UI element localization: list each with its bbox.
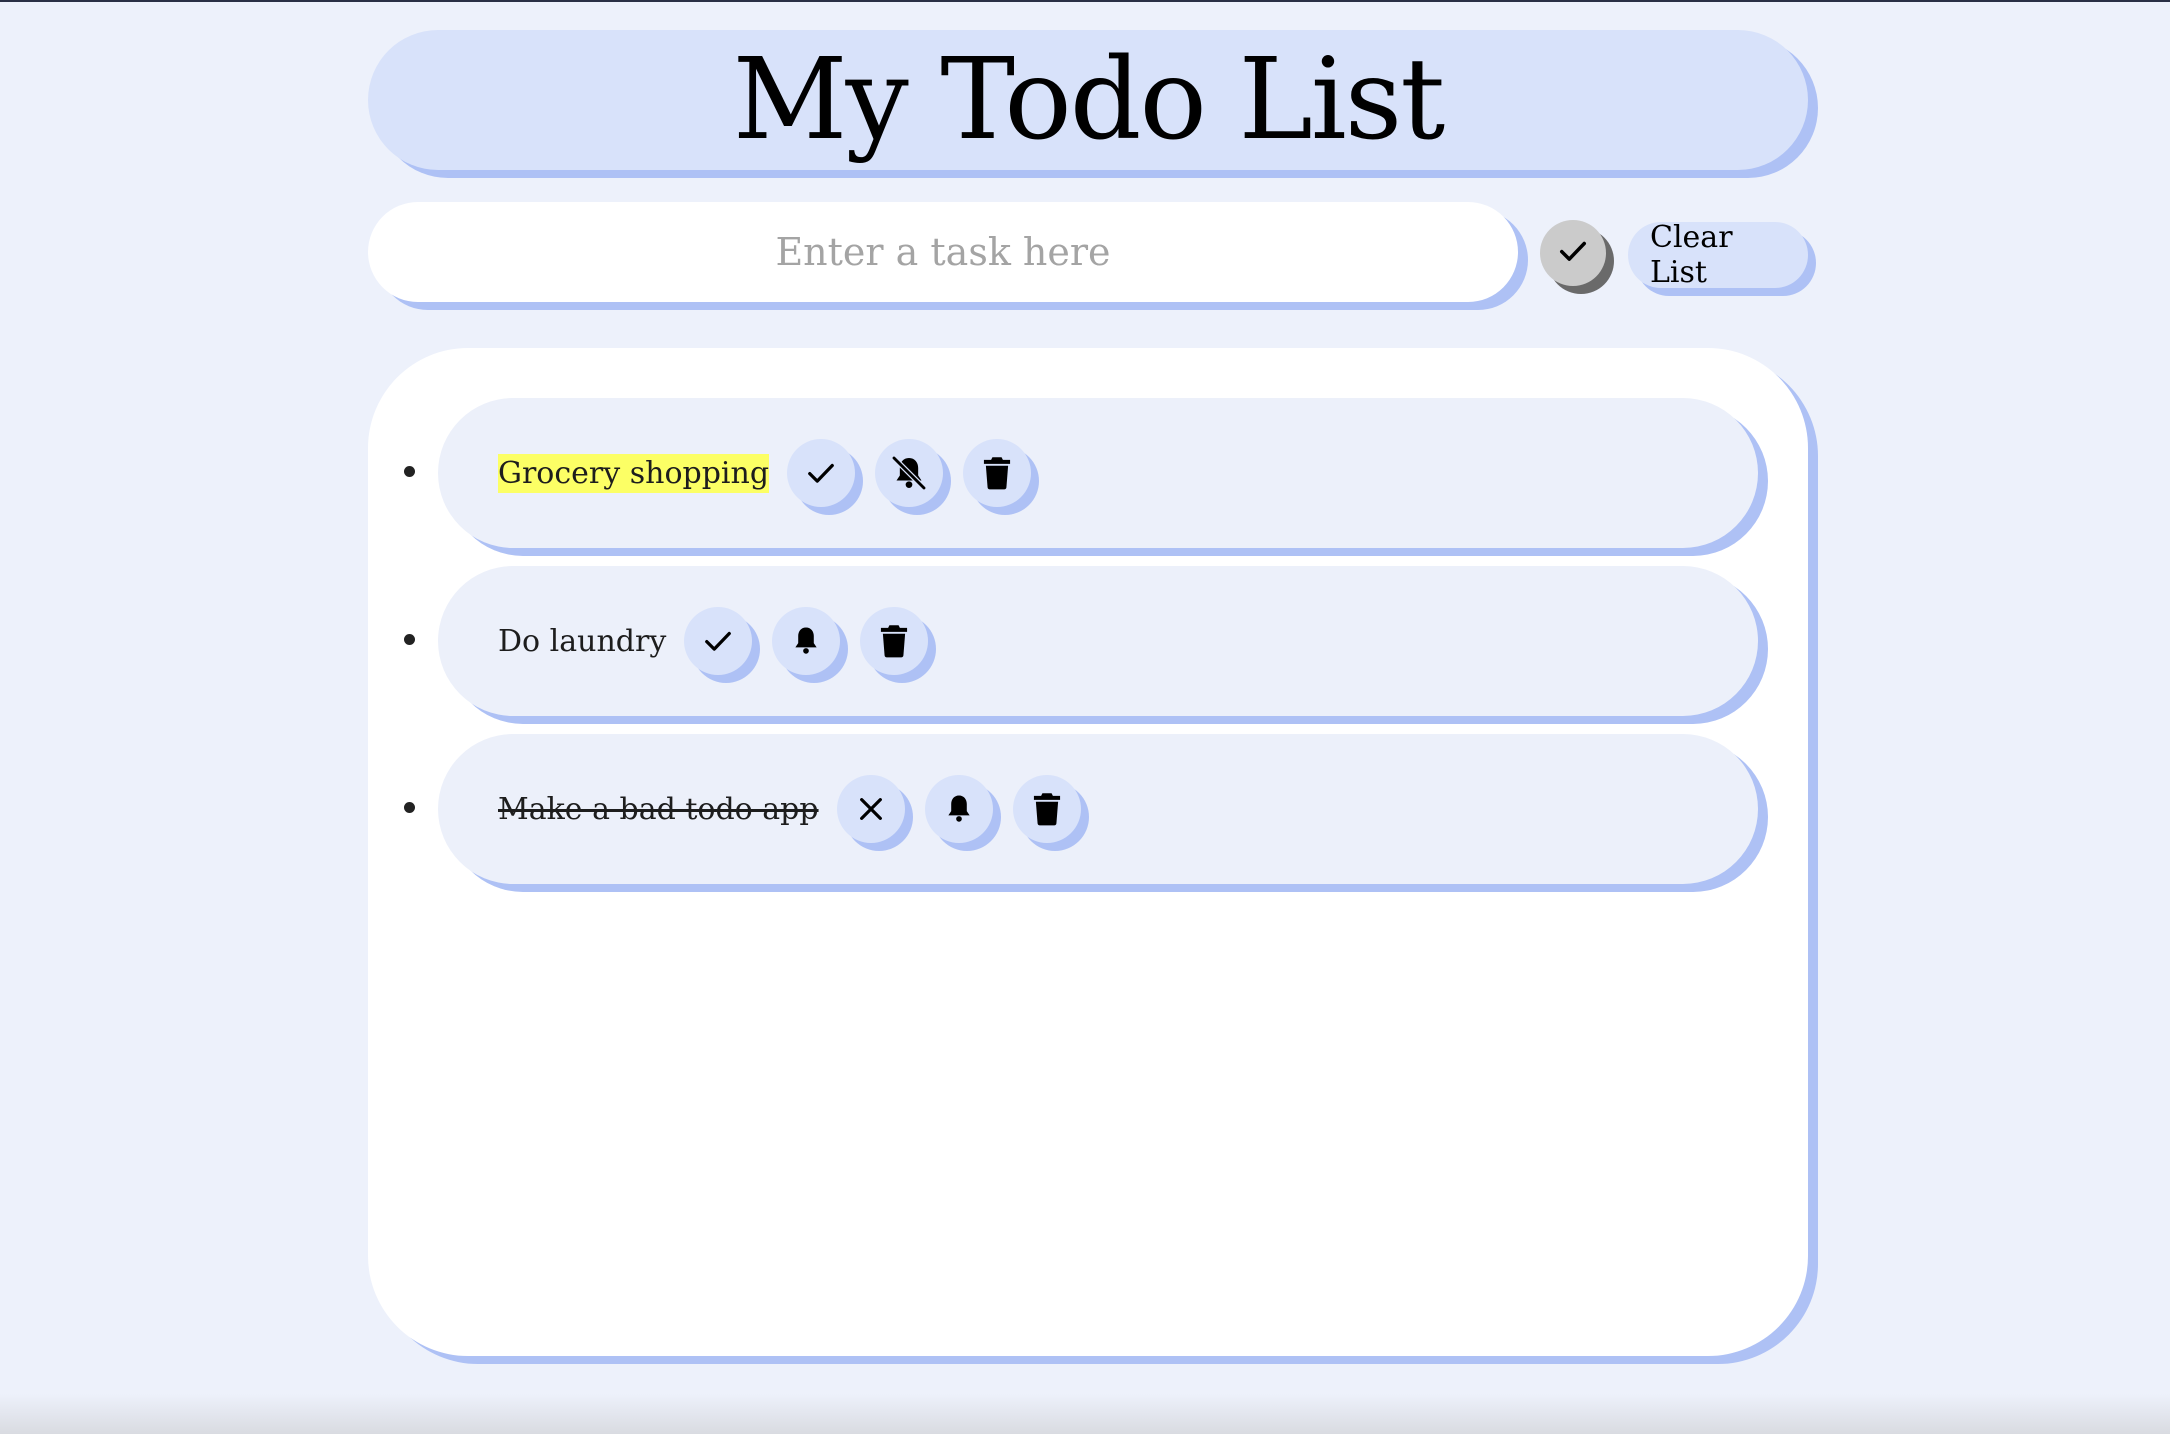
reminder-button[interactable] bbox=[875, 439, 944, 507]
list-bullet bbox=[404, 466, 415, 477]
check-icon bbox=[806, 458, 836, 488]
header: My Todo List bbox=[368, 30, 1808, 170]
add-task-button[interactable] bbox=[1540, 220, 1606, 286]
list-bullet bbox=[404, 802, 415, 813]
list-bullet bbox=[404, 634, 415, 645]
delete-button[interactable] bbox=[963, 439, 1032, 507]
trash-icon bbox=[1031, 792, 1063, 826]
reminder-button[interactable] bbox=[924, 775, 993, 843]
todo-text: Grocery shopping bbox=[498, 453, 770, 493]
todo-item: Make a bad todo app bbox=[368, 734, 1808, 884]
check-icon bbox=[703, 626, 733, 656]
page-title: My Todo List bbox=[732, 35, 1445, 165]
trash-icon bbox=[981, 456, 1013, 490]
bell-slash-icon bbox=[889, 453, 929, 493]
app-container: My Todo List Clear List Grocery shopping bbox=[368, 30, 1808, 1356]
x-icon bbox=[855, 793, 887, 825]
todo-text: Make a bad todo app bbox=[498, 791, 819, 827]
complete-button[interactable] bbox=[787, 439, 856, 507]
delete-button[interactable] bbox=[860, 607, 929, 675]
input-row: Clear List bbox=[368, 202, 1808, 302]
todo-list: Grocery shopping Do laundry Make a bad t… bbox=[368, 398, 1808, 902]
clear-list-button[interactable]: Clear List bbox=[1628, 220, 1808, 290]
todo-item: Grocery shopping bbox=[368, 398, 1808, 548]
todo-text: Do laundry bbox=[498, 623, 667, 659]
task-input[interactable] bbox=[368, 202, 1518, 302]
check-icon bbox=[1558, 236, 1588, 270]
trash-icon bbox=[878, 624, 910, 658]
todo-item-card: Do laundry bbox=[438, 566, 1758, 716]
todo-item-card: Grocery shopping bbox=[438, 398, 1758, 548]
bottom-edge bbox=[0, 1394, 2170, 1434]
todo-panel: Grocery shopping Do laundry Make a bad t… bbox=[368, 348, 1808, 1356]
todo-item: Do laundry bbox=[368, 566, 1808, 716]
todo-item-card: Make a bad todo app bbox=[438, 734, 1758, 884]
bell-icon bbox=[789, 623, 823, 659]
complete-button[interactable] bbox=[684, 607, 753, 675]
uncomplete-button[interactable] bbox=[836, 775, 905, 843]
reminder-button[interactable] bbox=[772, 607, 841, 675]
delete-button[interactable] bbox=[1012, 775, 1081, 843]
bell-icon bbox=[942, 791, 976, 827]
